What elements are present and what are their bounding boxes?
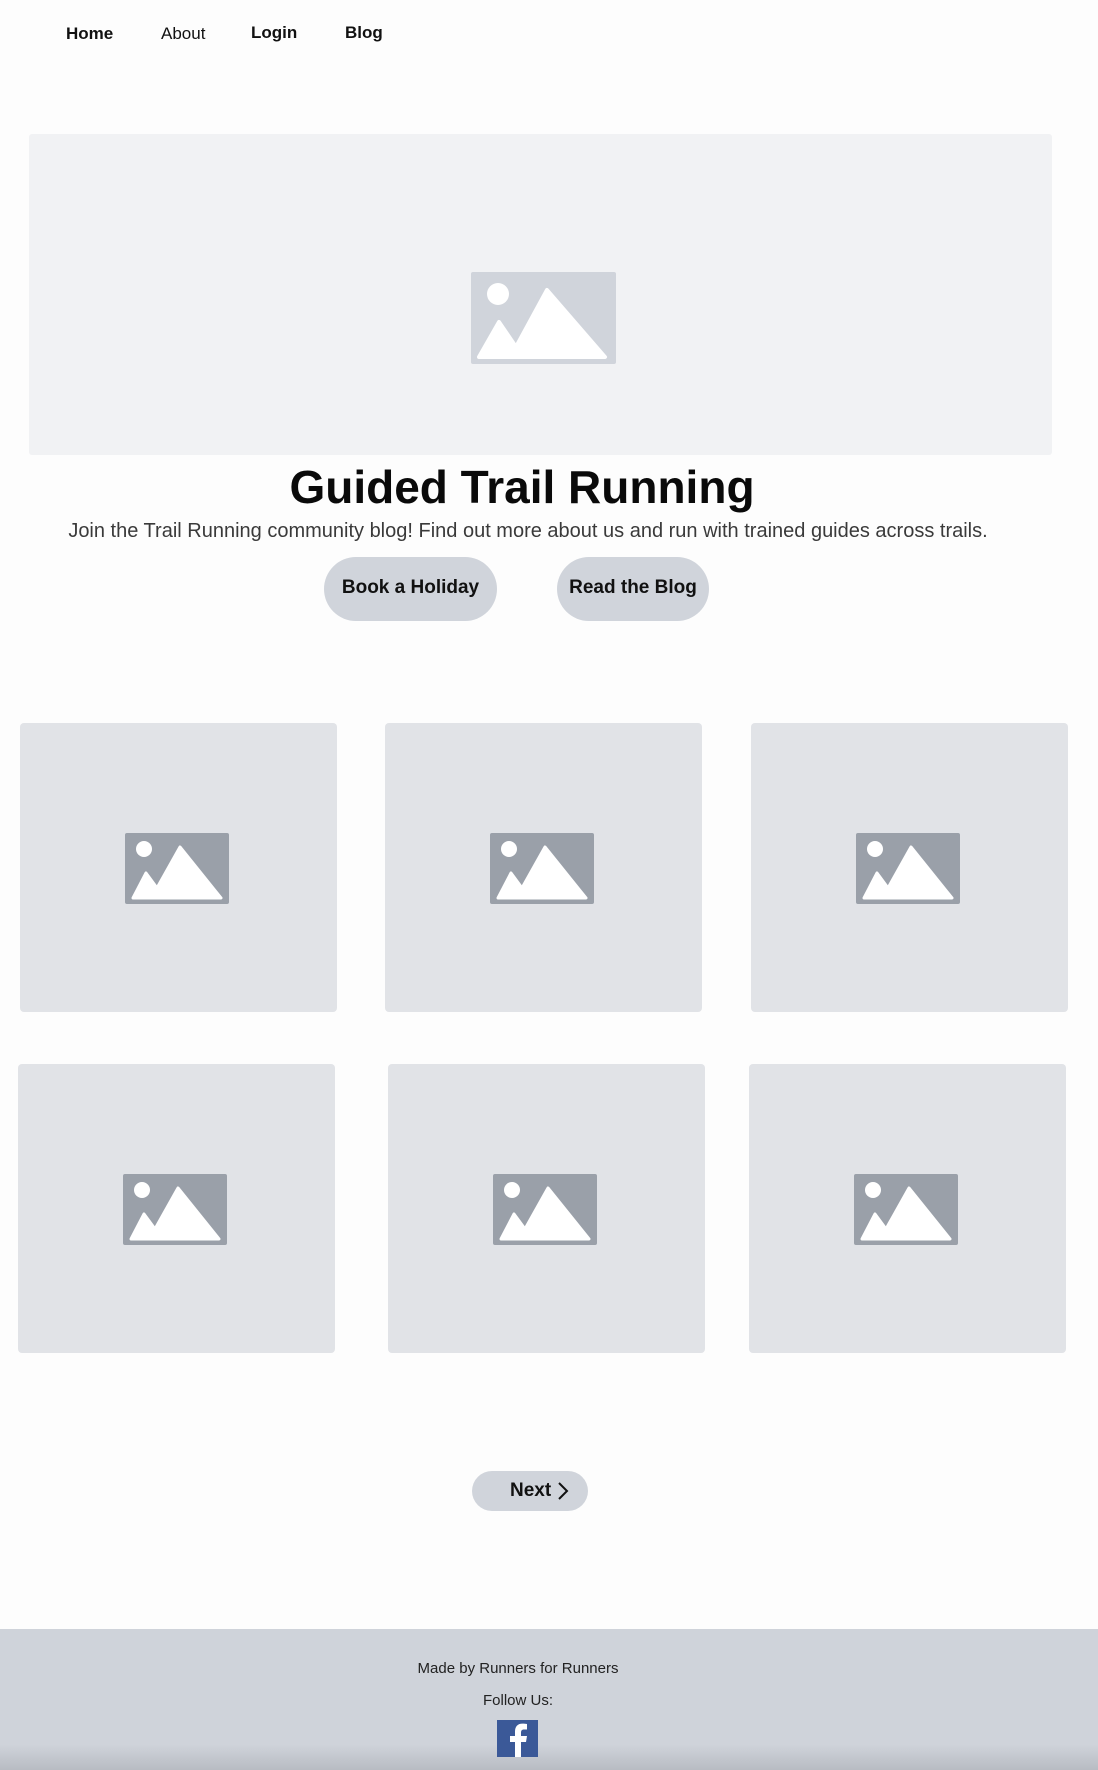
image-placeholder-icon: [856, 833, 960, 904]
image-placeholder-icon: [125, 833, 229, 904]
image-placeholder-icon: [854, 1174, 958, 1245]
nav-item-blog[interactable]: Blog: [345, 22, 383, 44]
gallery-card[interactable]: [18, 1064, 335, 1353]
nav-item-login[interactable]: Login: [251, 22, 297, 44]
next-label: Next: [510, 1480, 552, 1501]
follow-us-label: Follow Us:: [482, 1692, 553, 1709]
hero-image: [29, 134, 1052, 455]
image-placeholder-icon: [123, 1174, 227, 1245]
gallery-card[interactable]: [751, 723, 1068, 1012]
gallery-card[interactable]: [20, 723, 337, 1012]
read-blog-button[interactable]: Read the Blog: [557, 557, 709, 621]
book-holiday-button[interactable]: Book a Holiday: [324, 557, 497, 621]
image-placeholder-icon: [490, 833, 594, 904]
next-page-button[interactable]: Next: [472, 1471, 588, 1511]
nav-item-about[interactable]: About: [161, 23, 205, 45]
gallery-card[interactable]: [388, 1064, 705, 1353]
page-title: Guided Trail Running: [289, 461, 755, 513]
hero-subtitle: Join the Trail Running community blog! F…: [68, 520, 988, 542]
gallery-card[interactable]: [749, 1064, 1066, 1353]
gallery-card[interactable]: [385, 723, 702, 1012]
chevron-right-icon: [558, 1482, 569, 1500]
image-placeholder-icon: [493, 1174, 597, 1245]
facebook-icon[interactable]: [497, 1720, 538, 1757]
top-nav: Home About Login Blog: [0, 0, 1098, 66]
footer: Made by Runners for Runners Follow Us:: [0, 1629, 1098, 1770]
nav-item-home[interactable]: Home: [66, 23, 113, 45]
footer-credit: Made by Runners for Runners: [417, 1660, 619, 1677]
image-placeholder-icon: [471, 272, 616, 364]
